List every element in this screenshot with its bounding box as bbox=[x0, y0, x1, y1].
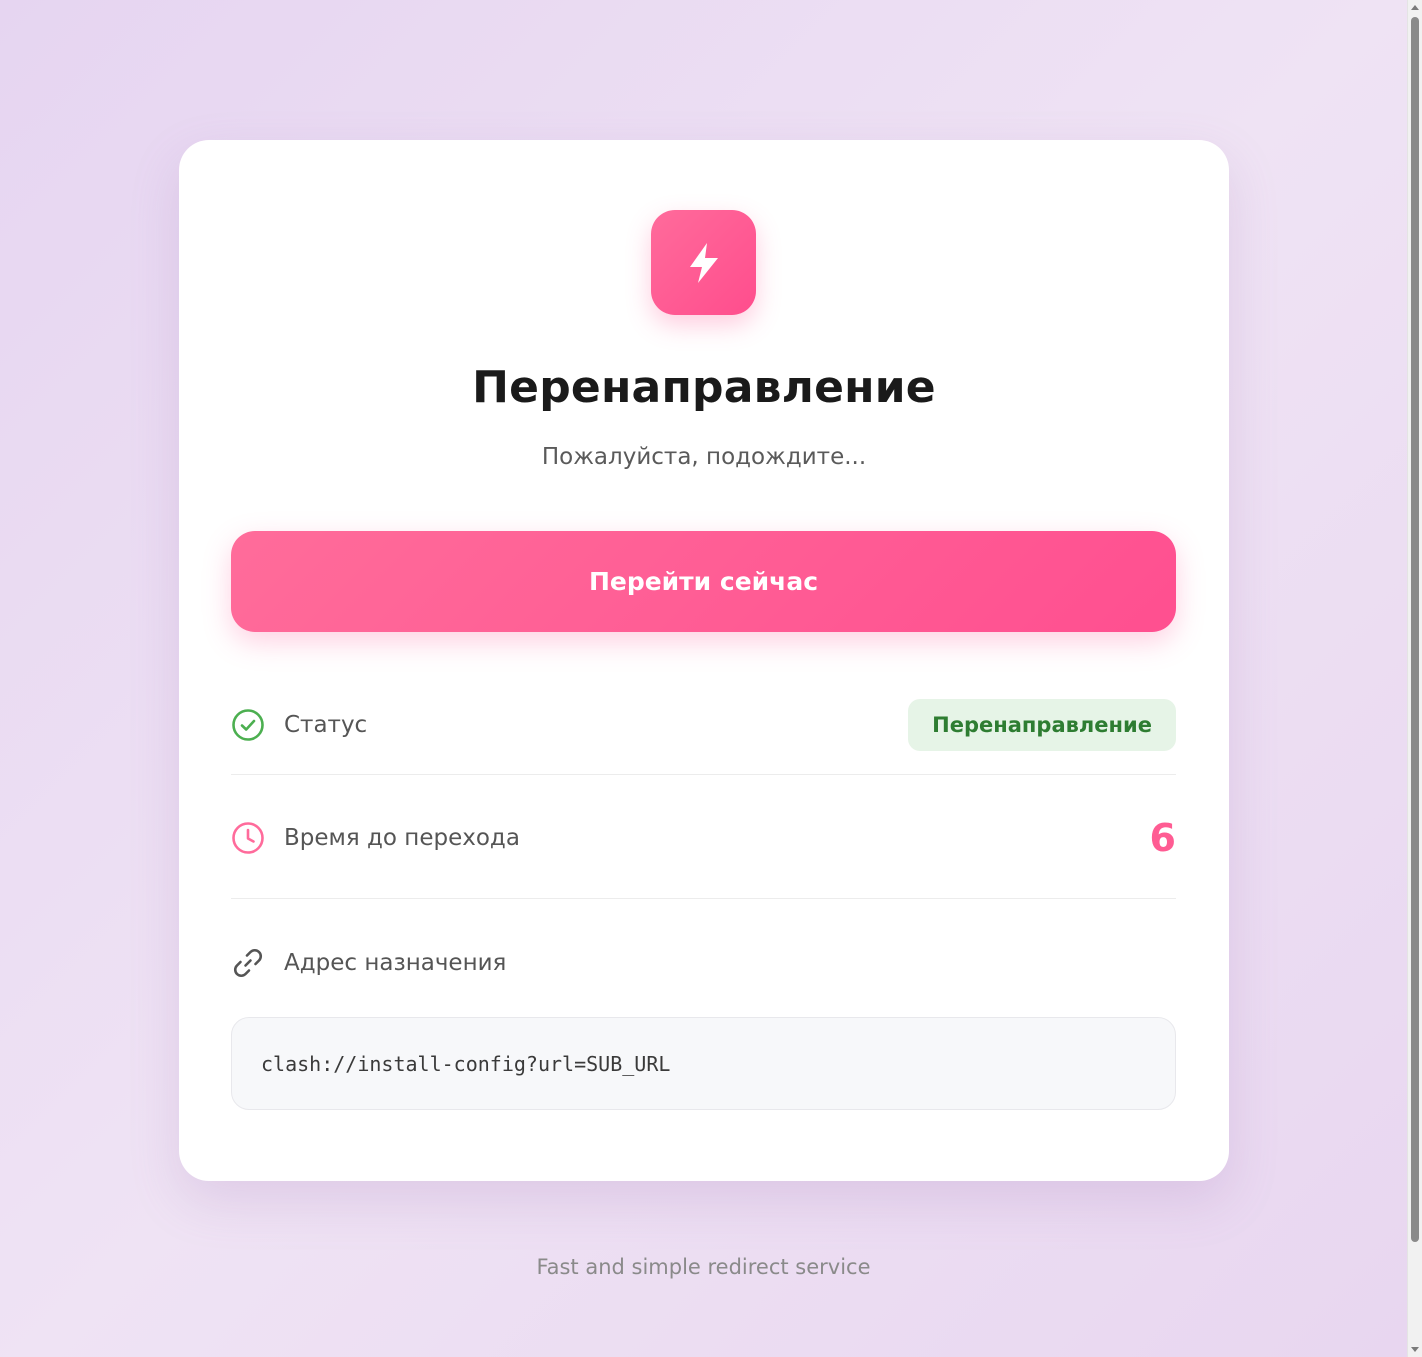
divider bbox=[231, 774, 1176, 775]
footer-text: Fast and simple redirect service bbox=[536, 1255, 871, 1279]
countdown-label: Время до перехода bbox=[284, 825, 520, 851]
address-label: Адрес назначения bbox=[284, 950, 507, 976]
scroll-up-icon[interactable] bbox=[1411, 5, 1419, 10]
lightning-bolt-icon bbox=[689, 242, 718, 283]
destination-url[interactable]: clash://install-config?url=SUB_URL bbox=[231, 1017, 1176, 1110]
page-title: Перенаправление bbox=[472, 362, 936, 413]
status-badge: Перенаправление bbox=[908, 699, 1176, 751]
app-logo bbox=[651, 210, 756, 315]
page-viewport: Перенаправление Пожалуйста, подождите...… bbox=[0, 0, 1407, 1357]
status-row: Статус Перенаправление bbox=[231, 699, 1176, 751]
countdown-row: Время до перехода 6 bbox=[231, 812, 1176, 864]
check-circle-icon bbox=[231, 708, 265, 742]
address-row: Адрес назначения bbox=[231, 937, 1176, 989]
scroll-down-icon[interactable] bbox=[1411, 1347, 1419, 1352]
status-label: Статус bbox=[284, 712, 368, 738]
clock-icon bbox=[231, 821, 265, 855]
redirect-card: Перенаправление Пожалуйста, подождите...… bbox=[179, 140, 1229, 1181]
divider bbox=[231, 898, 1176, 899]
link-icon bbox=[231, 946, 265, 980]
go-now-button[interactable]: Перейти сейчас bbox=[231, 531, 1176, 632]
page-subtitle: Пожалуйста, подождите... bbox=[541, 444, 867, 470]
vertical-scrollbar[interactable] bbox=[1407, 0, 1422, 1357]
countdown-value: 6 bbox=[1149, 816, 1176, 860]
scrollbar-thumb[interactable] bbox=[1411, 17, 1419, 1242]
